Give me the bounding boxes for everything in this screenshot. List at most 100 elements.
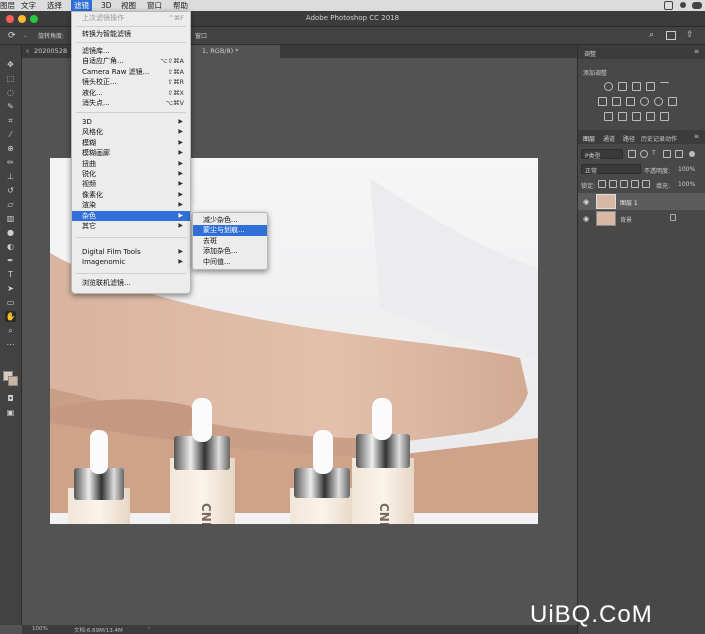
menu-item-vanishing-point[interactable]: 消失点... ⌥⌘V xyxy=(72,98,190,108)
hue-saturation-icon[interactable] xyxy=(598,97,607,106)
layer-filter-select[interactable]: P类型 xyxy=(581,149,623,160)
eraser-tool-icon[interactable]: ▱ xyxy=(5,199,16,210)
screen-mode-icon[interactable]: ▣ xyxy=(5,407,16,418)
status-icon[interactable] xyxy=(664,1,673,10)
marquee-tool-icon[interactable]: ⬚ xyxy=(5,73,16,84)
menu-layer[interactable]: 图层 xyxy=(0,0,15,11)
menu-item-blur[interactable]: 模糊 ▶ xyxy=(72,138,190,148)
menu-item-blur-gallery[interactable]: 模糊画廊 ▶ xyxy=(72,148,190,158)
curves-icon[interactable] xyxy=(632,82,641,91)
lock-all-icon[interactable] xyxy=(642,180,650,188)
tab-paths[interactable]: 路径 xyxy=(623,134,635,143)
close-tab-icon[interactable]: × xyxy=(25,45,30,58)
photo-filter-icon[interactable] xyxy=(640,97,649,106)
dodge-tool-icon[interactable]: ◐ xyxy=(5,241,16,252)
menu-window[interactable]: 窗口 xyxy=(147,0,162,11)
tool-preset-chevron-icon[interactable]: ⌄ xyxy=(23,32,28,39)
quick-mask-icon[interactable]: ◘ xyxy=(5,393,16,404)
layer-row-selected[interactable]: ◉ 图层 1 xyxy=(578,193,705,210)
tab-layers[interactable]: 图层 xyxy=(583,134,595,143)
move-tool-icon[interactable]: ✥ xyxy=(5,59,16,70)
brightness-contrast-icon[interactable] xyxy=(604,82,613,91)
crop-tool-icon[interactable]: ⌗ xyxy=(5,115,16,126)
menu-item-pixelate[interactable]: 像素化 ▶ xyxy=(72,190,190,200)
color-balance-icon[interactable] xyxy=(612,97,621,106)
menu-item-lens-correction[interactable]: 镜头校正... ⇧⌘R xyxy=(72,77,190,87)
notification-icon[interactable] xyxy=(680,2,686,8)
menu-item-liquify[interactable]: 液化... ⇧⌘X xyxy=(72,88,190,98)
rectangle-tool-icon[interactable]: ▭ xyxy=(5,297,16,308)
zoom-tool-icon[interactable]: ⌕ xyxy=(5,325,16,336)
workspace-icon[interactable] xyxy=(666,31,676,40)
menu-item-stylize[interactable]: 风格化 ▶ xyxy=(72,127,190,137)
path-select-tool-icon[interactable]: ➤ xyxy=(5,283,16,294)
lasso-tool-icon[interactable]: ◌ xyxy=(5,87,16,98)
background-color-swatch[interactable] xyxy=(8,376,18,386)
selective-color-icon[interactable] xyxy=(660,112,669,121)
gradient-map-icon[interactable] xyxy=(646,112,655,121)
document-size[interactable]: 文档:6.69M/13.4M xyxy=(74,626,123,634)
fill-value[interactable]: 100% xyxy=(678,181,695,188)
gradient-tool-icon[interactable]: ▥ xyxy=(5,213,16,224)
color-lookup-icon[interactable] xyxy=(668,97,677,106)
opacity-value[interactable]: 100% xyxy=(678,166,695,173)
filter-pixel-icon[interactable] xyxy=(628,150,636,158)
menu-item-browse-filters-online[interactable]: 浏览联机滤镜... xyxy=(72,278,190,288)
menu-item-imagenomic[interactable]: Imagenomic ▶ xyxy=(72,257,190,267)
levels-icon[interactable] xyxy=(618,82,627,91)
hand-tool-icon[interactable]: ✋ xyxy=(5,311,16,322)
menu-item-other[interactable]: 其它 ▶ xyxy=(72,221,190,231)
filter-shape-icon[interactable] xyxy=(663,150,671,158)
chat-icon[interactable] xyxy=(692,2,702,9)
exposure-icon[interactable] xyxy=(646,82,655,91)
menu-item-camera-raw[interactable]: Camera Raw 滤镜... ⇧⌘A xyxy=(72,67,190,77)
invert-icon[interactable] xyxy=(604,112,613,121)
menu-item-3d[interactable]: 3D ▶ xyxy=(72,117,190,127)
brush-tool-icon[interactable]: ✏ xyxy=(5,157,16,168)
black-white-icon[interactable] xyxy=(626,97,635,106)
layers-panel-menu-icon[interactable]: ≡ xyxy=(694,133,699,140)
healing-brush-tool-icon[interactable]: ⊕ xyxy=(5,143,16,154)
lock-artboard-icon[interactable] xyxy=(631,180,639,188)
pen-tool-icon[interactable]: ✒ xyxy=(5,255,16,266)
tab-adjustments[interactable]: 调整 xyxy=(584,49,596,58)
visibility-eye-icon[interactable]: ◉ xyxy=(583,198,589,206)
lock-transparent-icon[interactable] xyxy=(598,180,606,188)
menu-view[interactable]: 视图 xyxy=(121,0,136,11)
more-tools-icon[interactable]: ⋯ xyxy=(5,339,16,350)
visibility-eye-icon[interactable]: ◉ xyxy=(583,215,589,223)
channel-mixer-icon[interactable] xyxy=(654,97,663,106)
menu-item-distort[interactable]: 扭曲 ▶ xyxy=(72,159,190,169)
tab-channels[interactable]: 通道 xyxy=(603,134,615,143)
filter-toggle-icon[interactable] xyxy=(689,151,695,157)
submenu-item-dust-scratches[interactable]: 蒙尘与划痕... xyxy=(193,225,267,236)
zoom-level[interactable]: 100% xyxy=(32,626,48,632)
menu-item-sharpen[interactable]: 锐化 ▶ xyxy=(72,169,190,179)
blend-mode-select[interactable]: 正常 xyxy=(581,164,641,175)
menu-help[interactable]: 帮助 xyxy=(173,0,188,11)
menu-type[interactable]: 文字 xyxy=(21,0,36,11)
clone-stamp-tool-icon[interactable]: ⊥ xyxy=(5,171,16,182)
filter-adjustment-icon[interactable] xyxy=(640,150,648,158)
menu-3d[interactable]: 3D xyxy=(101,0,112,11)
menu-item-digital-film-tools[interactable]: Digital Film Tools ▶ xyxy=(72,247,190,257)
submenu-item-add-noise[interactable]: 添加杂色... xyxy=(193,246,267,256)
tab-actions[interactable]: 动作 xyxy=(665,134,677,143)
menu-item-convert-smart-filters[interactable]: 转换为智能滤镜 xyxy=(72,29,190,39)
threshold-icon[interactable] xyxy=(632,112,641,121)
blur-tool-icon[interactable]: ● xyxy=(5,227,16,238)
menu-item-noise[interactable]: 杂色 ▶ xyxy=(72,210,190,221)
vibrance-icon[interactable] xyxy=(660,82,669,91)
submenu-item-reduce-noise[interactable]: 减少杂色... xyxy=(193,215,267,225)
panel-menu-icon[interactable]: ≡ xyxy=(694,48,699,55)
layer-row[interactable]: ◉ 背景 xyxy=(578,210,705,227)
filter-type-icon[interactable]: T xyxy=(652,150,656,157)
share-icon[interactable]: ⇪ xyxy=(686,30,696,40)
quick-select-tool-icon[interactable]: ✎ xyxy=(5,101,16,112)
lock-position-icon[interactable] xyxy=(620,180,628,188)
document-tab-active[interactable]: 1, RGB/8) * xyxy=(190,45,280,58)
menu-item-render[interactable]: 渲染 ▶ xyxy=(72,200,190,210)
all-windows-label[interactable]: 窗口 xyxy=(195,31,207,40)
submenu-item-despeckle[interactable]: 去斑 xyxy=(193,236,267,246)
filter-smart-object-icon[interactable] xyxy=(675,150,683,158)
